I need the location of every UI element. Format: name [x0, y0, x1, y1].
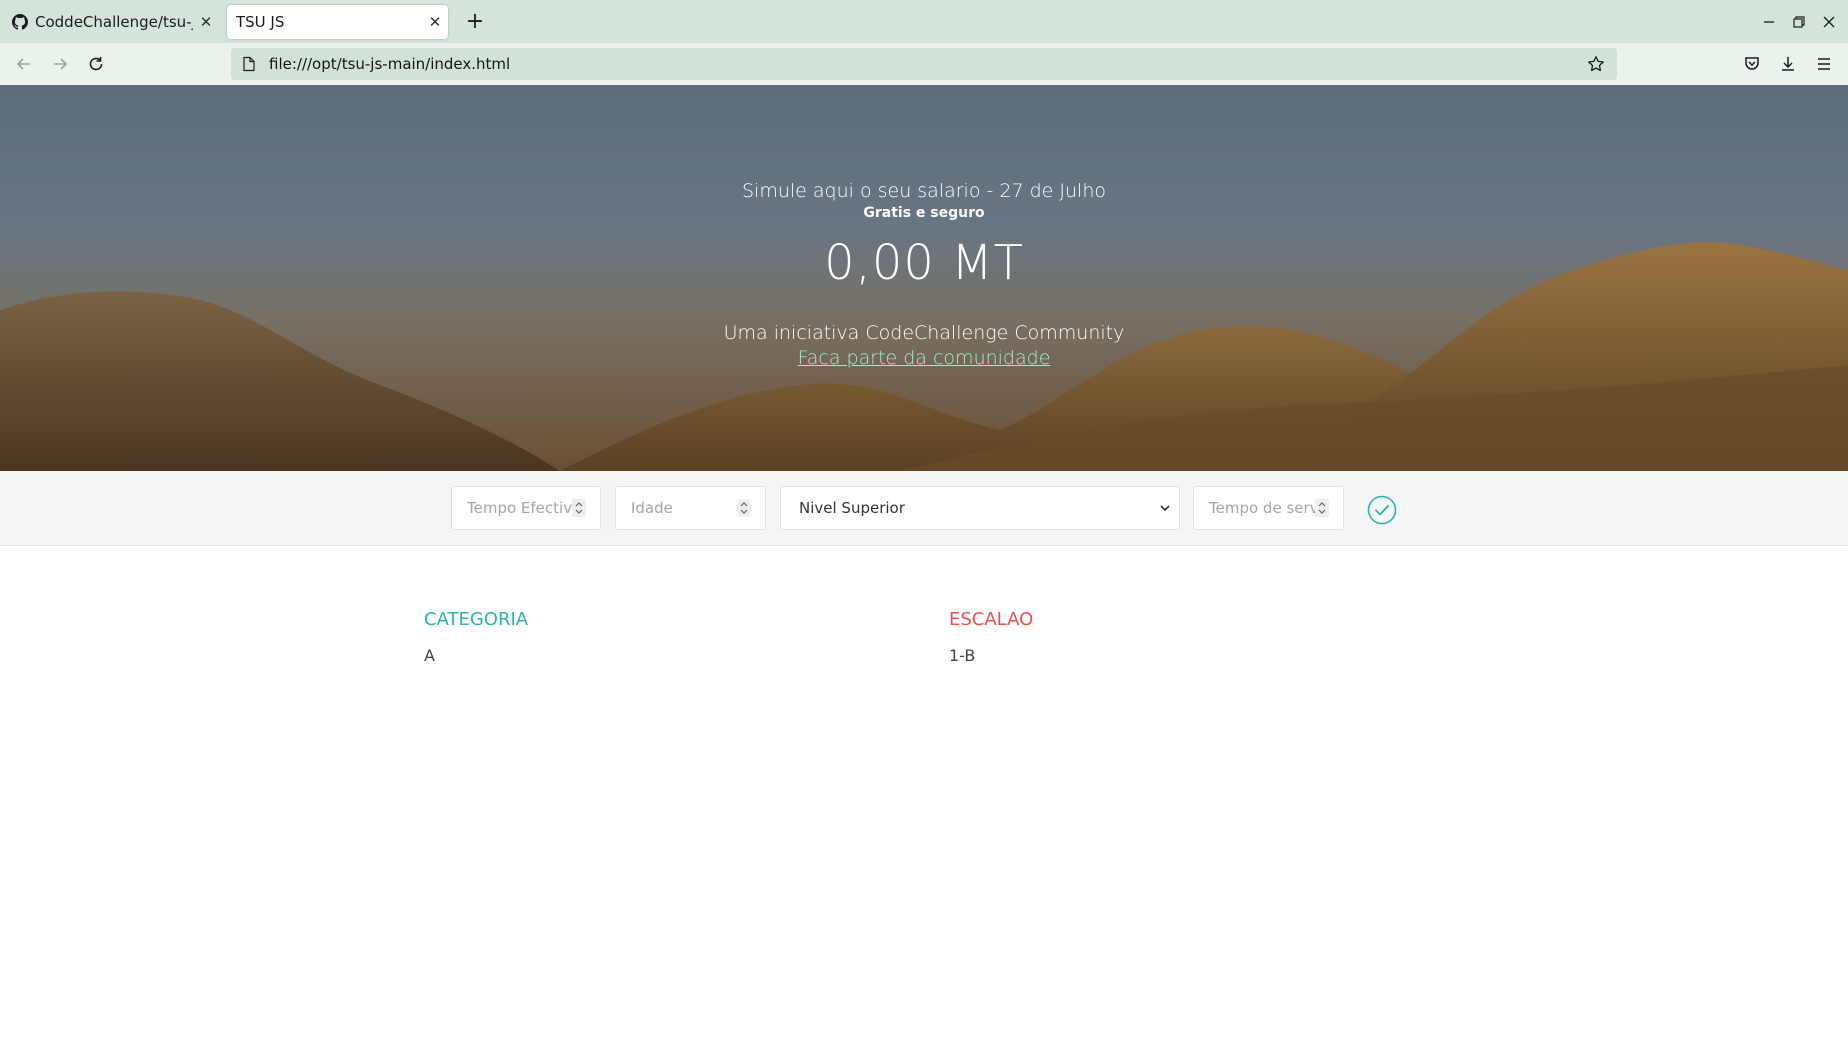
download-icon[interactable]	[1778, 54, 1798, 74]
minimize-icon[interactable]	[1759, 12, 1779, 32]
tempo-efectivo-input[interactable]: Tempo Efectivo	[451, 486, 601, 530]
restore-icon[interactable]	[1789, 12, 1809, 32]
forward-button[interactable]	[47, 51, 73, 77]
github-icon	[12, 14, 28, 30]
close-window-icon[interactable]	[1819, 12, 1839, 32]
escalao-value: 1-B	[949, 646, 976, 665]
close-tab-icon[interactable]: ✕	[422, 13, 448, 31]
page-icon	[243, 56, 255, 72]
spinner-icon[interactable]	[1315, 499, 1329, 517]
categoria-value: A	[424, 646, 435, 665]
check-circle-icon[interactable]	[1367, 495, 1397, 525]
chevron-down-icon	[1160, 505, 1170, 512]
new-tab-button[interactable]: +	[461, 8, 489, 36]
tab-label: CoddeChallenge/tsu-js	[35, 13, 193, 31]
escalao-heading: ESCALAO	[949, 609, 1034, 630]
nav-toolbar: file:///opt/tsu-js-main/index.html	[0, 43, 1848, 86]
tempo-efectivo-placeholder: Tempo Efectivo	[467, 499, 572, 517]
tab-tsu-js[interactable]: TSU JS ✕	[227, 5, 448, 39]
reload-button[interactable]	[83, 51, 109, 77]
nivel-selected-value: Nivel Superior	[799, 499, 905, 517]
bookmark-star-icon[interactable]	[1587, 55, 1605, 73]
categoria-heading: CATEGORIA	[424, 609, 529, 630]
close-tab-icon[interactable]: ✕	[193, 13, 219, 31]
tempo-servico-placeholder: Tempo de servico	[1209, 499, 1315, 517]
tab-label: TSU JS	[236, 13, 285, 31]
reload-icon	[89, 57, 103, 71]
salary-amount: 0,00 MT	[824, 235, 1024, 291]
tab-github[interactable]: CoddeChallenge/tsu-js ✕	[4, 5, 219, 39]
hero-banner: Simule aqui o seu salario - 27 de Julho …	[0, 85, 1848, 471]
hero-title: Simule aqui o seu salario - 27 de Julho	[741, 180, 1106, 202]
url-text: file:///opt/tsu-js-main/index.html	[269, 55, 511, 73]
community-link-text[interactable]: Faca parte da comunidade	[798, 347, 1051, 369]
simulation-form: Tempo Efectivo Idade Nivel Superior Temp…	[0, 471, 1848, 546]
spinner-icon[interactable]	[572, 499, 586, 517]
arrow-right-icon	[54, 58, 68, 70]
idade-placeholder: Idade	[631, 499, 673, 517]
tab-bar: CoddeChallenge/tsu-js ✕ TSU JS ✕ +	[0, 0, 1848, 43]
tempo-servico-input[interactable]: Tempo de servico	[1193, 486, 1344, 530]
community-link: Faca parte da comunidade	[0, 347, 1848, 369]
spinner-icon[interactable]	[737, 499, 751, 517]
initiative-text: Uma iniciativa CodeChallenge Community	[723, 322, 1125, 344]
hero-subtitle: Gratis e seguro	[863, 205, 985, 221]
address-bar[interactable]: file:///opt/tsu-js-main/index.html	[231, 48, 1617, 80]
idade-input[interactable]: Idade	[615, 486, 766, 530]
arrow-left-icon	[16, 58, 30, 70]
pocket-icon[interactable]	[1742, 54, 1762, 74]
back-button[interactable]	[11, 51, 37, 77]
nivel-select[interactable]: Nivel Superior	[780, 486, 1180, 530]
menu-icon[interactable]	[1814, 54, 1834, 74]
